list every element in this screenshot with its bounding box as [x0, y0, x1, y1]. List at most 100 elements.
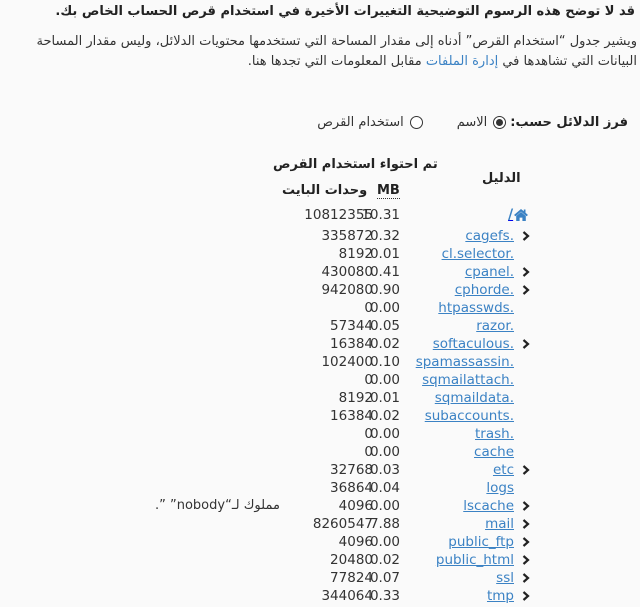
- owner-note: مملوك لـ“nobody” ”.: [155, 498, 280, 513]
- row-mb: 0.02: [369, 408, 400, 424]
- directory-link[interactable]: razor.: [476, 317, 514, 335]
- directory-link[interactable]: trash.: [475, 425, 514, 443]
- row-mb: 0.02: [369, 552, 400, 568]
- directory-row: 430080 0.41 cpanel.: [0, 263, 640, 281]
- directory-link[interactable]: sqmailattach.: [422, 371, 514, 389]
- sort-directories-control: فرز الدلائل حسب: الاسم استخدام القرص: [317, 115, 628, 130]
- directory-row: 32768 0.03 etc: [0, 461, 640, 479]
- file-manager-link[interactable]: إدارة الملفات: [426, 54, 498, 69]
- row-mb: 0.00: [369, 372, 400, 388]
- row-bytes: 77824: [330, 570, 373, 586]
- directory-link[interactable]: subaccounts.: [425, 407, 514, 425]
- directory-link[interactable]: spamassassin.: [416, 353, 514, 371]
- directory-link[interactable]: public_ftp: [448, 533, 514, 551]
- row-mb: 0.90: [369, 282, 400, 298]
- directory-row: 20480 0.02 public_html: [0, 551, 640, 569]
- directory-row: 335872 0.32 cagefs.: [0, 227, 640, 245]
- chevron-right-icon[interactable]: [521, 227, 531, 245]
- directory-row: 57344 0.05 razor.: [0, 317, 640, 335]
- directory-link[interactable]: mail: [485, 515, 514, 533]
- sort-label: فرز الدلائل حسب:: [510, 115, 628, 130]
- home-directory-row: 10812355 10.31 /: [0, 206, 640, 224]
- directory-row: 942080 0.90 cphorde.: [0, 281, 640, 299]
- directory-column-header: الدليل: [482, 171, 521, 186]
- directory-link[interactable]: etc: [493, 461, 514, 479]
- row-bytes: 36864: [330, 480, 373, 496]
- row-bytes: 16384: [330, 408, 373, 424]
- directory-link[interactable]: cache: [474, 443, 514, 461]
- row-mb: 0.01: [369, 246, 400, 262]
- radio-checked-icon[interactable]: [493, 116, 507, 129]
- sort-by-disk-usage-label: استخدام القرص: [317, 115, 404, 130]
- chevron-right-icon[interactable]: [521, 335, 531, 353]
- row-mb: 0.32: [369, 228, 400, 244]
- home-directory-link[interactable]: /: [508, 207, 529, 223]
- directory-row: 16384 0.02 softaculous.: [0, 335, 640, 353]
- chevron-right-icon[interactable]: [521, 587, 531, 605]
- row-mb: 0.00: [369, 534, 400, 550]
- row-mb: 7.88: [369, 516, 400, 532]
- directory-row: 8192 0.01 sqmaildata.: [0, 389, 640, 407]
- row-bytes: 8192: [338, 390, 373, 406]
- chevron-right-icon[interactable]: [521, 461, 531, 479]
- directory-link[interactable]: cl.selector.: [442, 245, 514, 263]
- directory-link[interactable]: logs: [486, 479, 514, 497]
- directory-link[interactable]: cagefs.: [465, 227, 514, 245]
- directory-row: 102400 0.10 spamassassin.: [0, 353, 640, 371]
- directory-link[interactable]: htpasswds.: [438, 299, 514, 317]
- directory-link[interactable]: sqmaildata.: [435, 389, 514, 407]
- directory-link[interactable]: public_html: [436, 551, 514, 569]
- row-bytes: 102400: [321, 354, 373, 370]
- row-mb: 0.07: [369, 570, 400, 586]
- chevron-right-icon[interactable]: [521, 515, 531, 533]
- row-bytes: 4096: [338, 534, 373, 550]
- sort-by-disk-usage-radio[interactable]: استخدام القرص: [317, 115, 423, 130]
- row-bytes: 430080: [321, 264, 373, 280]
- row-bytes: 335872: [321, 228, 373, 244]
- directory-link[interactable]: cphorde.: [455, 281, 514, 299]
- row-bytes: 344064: [321, 588, 373, 604]
- directory-row: 4096 0.00 public_ftp: [0, 533, 640, 551]
- directory-row: 8260547 7.88 mail: [0, 515, 640, 533]
- row-mb: 0.10: [369, 354, 400, 370]
- bytes-column-header: وحدات البايت: [282, 183, 368, 198]
- row-mb: 0.00: [369, 444, 400, 460]
- directory-row: 0 0.00 sqmailattach.: [0, 371, 640, 389]
- directory-row: 16384 0.02 subaccounts.: [0, 407, 640, 425]
- row-mb: 0.01: [369, 390, 400, 406]
- row-bytes: 20480: [330, 552, 373, 568]
- radio-unchecked-icon[interactable]: [409, 116, 423, 129]
- chevron-right-icon[interactable]: [521, 263, 531, 281]
- disk-usage-notice-description: ويشير جدول “استخدام القرص” أدناه إلى مقد…: [0, 32, 637, 72]
- row-bytes: 32768: [330, 462, 373, 478]
- directory-link[interactable]: ssl: [496, 569, 514, 587]
- directory-row: 4096 0.00 lscache مملوك لـ“nobody” ”.: [0, 497, 640, 515]
- row-bytes: 16384: [330, 336, 373, 352]
- row-bytes: 8260547: [312, 516, 373, 532]
- home-icon: [514, 209, 529, 221]
- sort-by-name-radio[interactable]: الاسم: [457, 115, 507, 130]
- row-mb: 0.41: [369, 264, 400, 280]
- directory-link[interactable]: lscache: [463, 497, 514, 515]
- directory-row: 344064 0.33 tmp: [0, 587, 640, 605]
- notice-desc-text-after: مقابل المعلومات التي تجدها هنا.: [247, 54, 426, 69]
- row-bytes: 57344: [330, 318, 373, 334]
- directory-row: 0 0.00 htpasswds.: [0, 299, 640, 317]
- directory-link[interactable]: tmp: [487, 587, 514, 605]
- row-mb: 0.05: [369, 318, 400, 334]
- directory-link[interactable]: softaculous.: [433, 335, 514, 353]
- row-bytes: 942080: [321, 282, 373, 298]
- directory-row: 0 0.00 cache: [0, 443, 640, 461]
- directory-row: 0 0.00 trash.: [0, 425, 640, 443]
- chevron-right-icon[interactable]: [521, 551, 531, 569]
- row-mb: 0.03: [369, 462, 400, 478]
- chevron-right-icon[interactable]: [521, 569, 531, 587]
- row-mb: 0.00: [369, 498, 400, 514]
- directory-link[interactable]: cpanel.: [465, 263, 514, 281]
- chevron-right-icon[interactable]: [521, 497, 531, 515]
- chevron-right-icon[interactable]: [521, 281, 531, 299]
- chevron-right-icon[interactable]: [521, 533, 531, 551]
- sort-by-name-label: الاسم: [456, 115, 488, 130]
- disk-usage-notice-title: قد لا توضح هذه الرسوم التوضيحية التغييرا…: [55, 4, 635, 19]
- disk-usage-column-header: تم احتواء استخدام القرص: [273, 157, 438, 172]
